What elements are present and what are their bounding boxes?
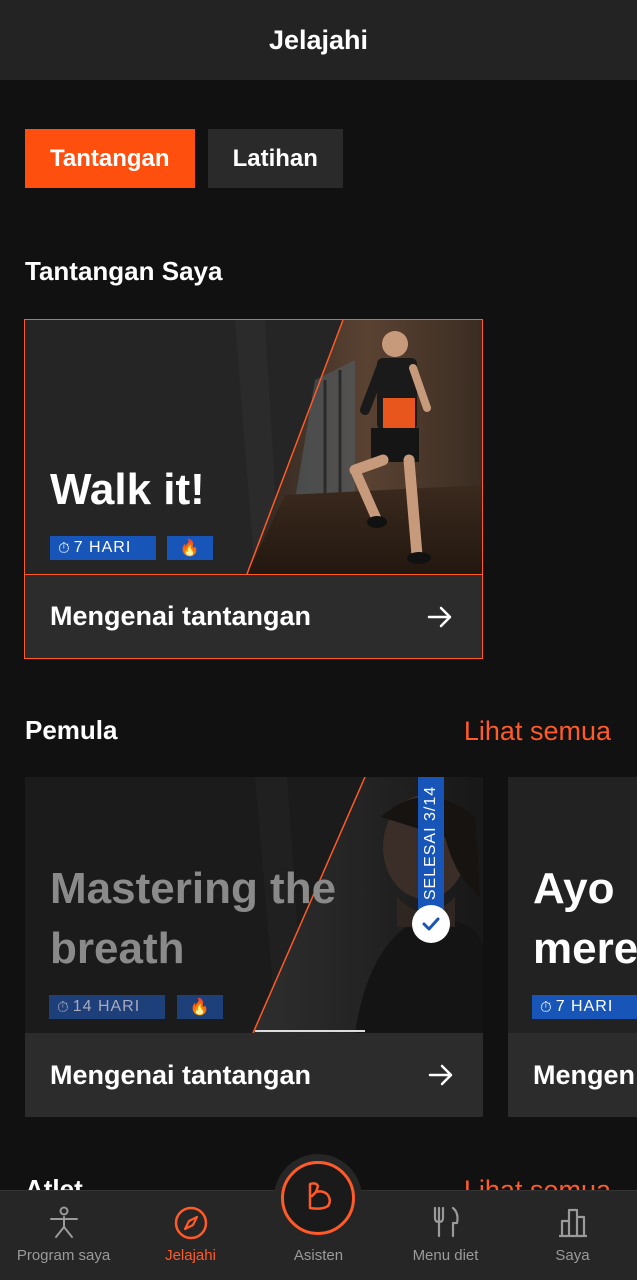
- bar-chart-icon: [558, 1208, 587, 1238]
- challenge-footer[interactable]: Mengen: [508, 1033, 637, 1117]
- arrow-right-icon: [428, 1064, 453, 1086]
- nav-jelajahi[interactable]: Jelajahi: [127, 1191, 254, 1280]
- about-challenge-link[interactable]: Mengen: [533, 1060, 635, 1091]
- challenge-art: Ayo mere ⏱ 7 HARI: [508, 777, 637, 1033]
- section-title-beginner: Pemula: [25, 715, 118, 745]
- progress-tag: SELESAI 3/14: [418, 777, 444, 909]
- nav-saya[interactable]: Saya: [509, 1191, 636, 1280]
- challenge-title-line1: Ayo: [533, 864, 615, 913]
- bottom-navigation: Program saya Jelajahi Asisten Menu diet …: [0, 1154, 637, 1280]
- duration-badge: ⏱ 14 HARI: [49, 995, 165, 1019]
- arrow-right-icon: [427, 606, 452, 628]
- check-icon: [412, 905, 450, 943]
- see-all-athletes-link[interactable]: Lihat semua: [464, 1175, 611, 1190]
- scroll-content[interactable]: Tantangan Latihan Tantangan Saya Walk it…: [0, 80, 637, 1190]
- duration-badge: ⏱ 7 HARI: [50, 536, 156, 560]
- difficulty-badge: 🔥: [177, 995, 223, 1019]
- tab-tantangan[interactable]: Tantangan: [25, 129, 195, 188]
- nav-program-saya[interactable]: Program saya: [0, 1191, 127, 1280]
- challenge-card-ayo[interactable]: Ayo mere ⏱ 7 HARI Mengen: [508, 777, 637, 1117]
- stopwatch-icon: ⏱: [57, 998, 70, 1016]
- tab-latihan[interactable]: Latihan: [207, 129, 343, 188]
- challenge-card-walk-it[interactable]: Walk it! ⏱ 7 HARI 🔥 Mengenai tantangan: [24, 319, 483, 659]
- page-title: Jelajahi: [268, 24, 369, 55]
- nav-label: Program saya: [16, 1247, 111, 1264]
- nav-label: Menu diet: [412, 1247, 479, 1264]
- duration-label: 7 HARI: [73, 539, 132, 556]
- progress-label: SELESAI 3/14: [422, 785, 439, 901]
- nav-menu-diet[interactable]: Menu diet: [382, 1191, 509, 1280]
- stopwatch-icon: ⏱: [540, 998, 553, 1016]
- flame-icon: 🔥: [179, 540, 201, 557]
- duration-label: 7 HARI: [555, 998, 614, 1015]
- tab-bar: Tantangan Latihan: [25, 129, 343, 188]
- bicep-icon: [308, 1182, 331, 1210]
- about-challenge-link[interactable]: Mengenai tantangan: [50, 601, 311, 632]
- challenge-title-line2: breath: [50, 924, 185, 973]
- section-title-athletes: Atlet: [25, 1174, 83, 1190]
- nav-label: Asisten: [293, 1247, 344, 1264]
- challenge-art: Mastering the breath ⏱ 14 HARI 🔥 SELESAI…: [25, 777, 483, 1033]
- fork-knife-icon: [433, 1206, 459, 1238]
- flame-icon: 🔥: [189, 999, 211, 1016]
- challenge-card-mastering-breath[interactable]: Mastering the breath ⏱ 14 HARI 🔥 SELESAI…: [25, 777, 483, 1117]
- challenge-footer[interactable]: Mengenai tantangan: [25, 574, 482, 658]
- assistant-button[interactable]: [281, 1161, 355, 1235]
- top-bar: Jelajahi: [0, 0, 637, 80]
- challenge-title-line2: mere: [533, 924, 637, 973]
- yoga-person-icon: [49, 1206, 78, 1238]
- nav-label: Saya: [555, 1247, 590, 1264]
- about-challenge-link[interactable]: Mengenai tantangan: [50, 1060, 311, 1091]
- stopwatch-icon: ⏱: [58, 539, 71, 557]
- challenge-title-line1: Mastering the: [50, 864, 337, 913]
- duration-label: 14 HARI: [72, 998, 141, 1015]
- difficulty-badge: 🔥: [167, 536, 213, 560]
- nav-asisten[interactable]: Asisten: [255, 1154, 382, 1280]
- compass-icon: [174, 1206, 207, 1240]
- challenge-footer[interactable]: Mengenai tantangan: [25, 1033, 483, 1117]
- challenge-art: Walk it! ⏱ 7 HARI 🔥: [25, 320, 482, 574]
- challenge-title: Walk it!: [50, 465, 205, 514]
- section-title-my-challenges: Tantangan Saya: [25, 256, 223, 286]
- nav-label: Jelajahi: [165, 1247, 216, 1264]
- duration-badge: ⏱ 7 HARI: [532, 995, 637, 1019]
- see-all-beginner-link[interactable]: Lihat semua: [464, 716, 611, 747]
